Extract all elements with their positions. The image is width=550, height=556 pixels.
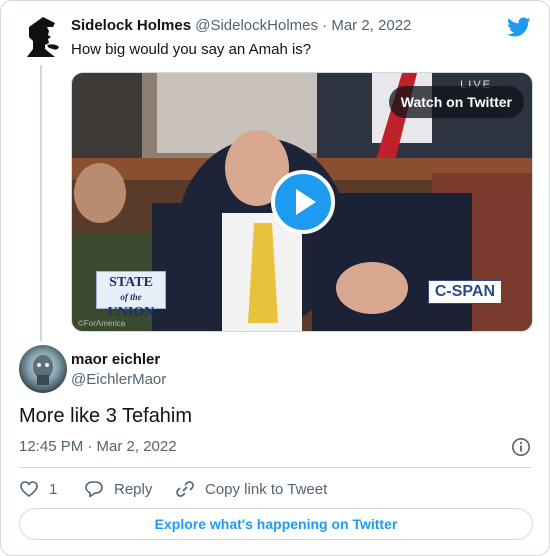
reply-bubble-icon: [85, 481, 103, 498]
play-icon[interactable]: [271, 170, 335, 234]
thread-connector: [40, 65, 42, 341]
embedded-tweet-card: Sidelock Holmes @SidelockHolmes · Mar 2,…: [0, 0, 550, 556]
header-separator: ·: [322, 17, 328, 34]
state-of-union-overlay: STATE of the UNION: [96, 271, 166, 320]
heart-icon: [20, 481, 38, 497]
parent-tweet-header: Sidelock Holmes @SidelockHolmes · Mar 2,…: [71, 17, 411, 34]
reply-label: Reply: [114, 480, 153, 498]
video-watermark: ©ForAmerica: [78, 319, 126, 328]
explore-button[interactable]: Explore what's happening on Twitter: [19, 508, 533, 540]
like-button[interactable]: 1: [19, 479, 57, 499]
reply-timestamp[interactable]: 12:45 PM · Mar 2, 2022: [19, 438, 177, 455]
sherlock-silhouette-icon[interactable]: [19, 13, 67, 61]
reply-button[interactable]: Reply: [84, 479, 152, 499]
sotu-line-1: STATE: [109, 275, 153, 290]
copy-link-label: Copy link to Tweet: [205, 480, 328, 498]
reply-avatar[interactable]: [19, 345, 67, 393]
sotu-line-2: of the: [120, 292, 142, 302]
cspan-logo: C-SPAN: [427, 280, 502, 304]
sotu-line-3: UNION: [107, 305, 155, 320]
parent-author-name[interactable]: Sidelock Holmes: [71, 17, 191, 34]
reply-author-handle[interactable]: @EichlerMaor: [71, 371, 166, 388]
video-media[interactable]: LIVE Watch on Twitter STATE of the UNION…: [71, 72, 533, 332]
reply-author-name[interactable]: maor eichler: [71, 351, 160, 368]
watch-on-twitter-button[interactable]: Watch on Twitter: [388, 86, 524, 118]
copy-link-button[interactable]: Copy link to Tweet: [175, 479, 327, 499]
info-icon[interactable]: [511, 437, 531, 457]
divider: [19, 467, 531, 468]
parent-tweet-date[interactable]: Mar 2, 2022: [331, 17, 411, 34]
parent-author-handle[interactable]: @SidelockHolmes: [195, 17, 318, 34]
reply-tweet-text: More like 3 Tefahim: [19, 405, 193, 427]
link-icon: [176, 481, 194, 497]
like-count: 1: [49, 480, 58, 498]
parent-tweet-text: How big would you say an Amah is?: [71, 41, 312, 58]
twitter-bird-icon[interactable]: [507, 15, 531, 39]
